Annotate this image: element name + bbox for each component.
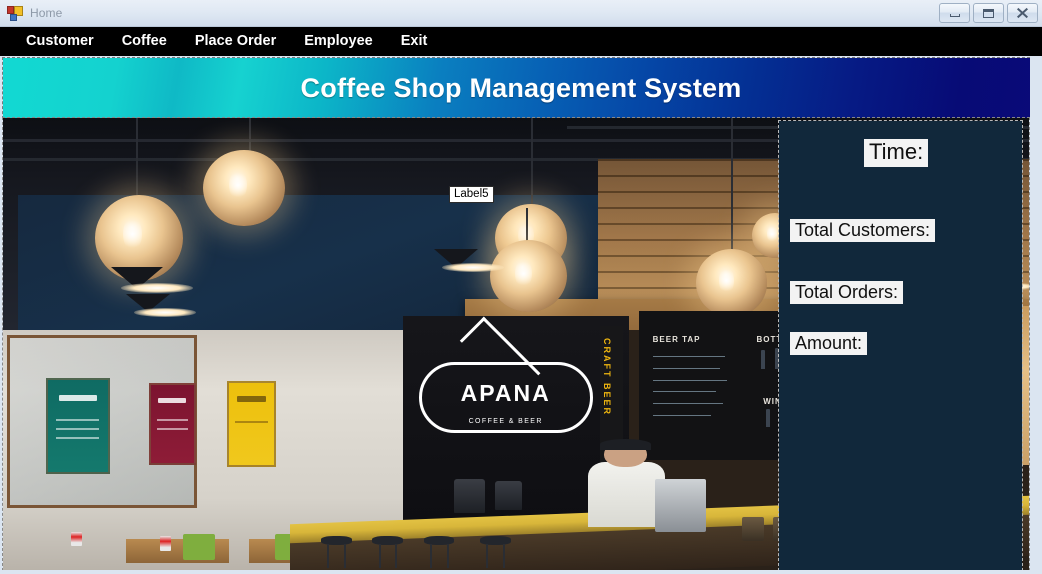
pendant-globe xyxy=(203,149,286,227)
window-titlebar: Home xyxy=(0,0,1042,27)
pendant-globe xyxy=(695,249,768,317)
cafe-chair xyxy=(182,534,216,561)
apana-sub-text: COFFEE & BEER xyxy=(468,418,543,426)
window-controls xyxy=(939,3,1038,23)
espresso-machine xyxy=(654,478,706,532)
menu-item-exit[interactable]: Exit xyxy=(387,29,442,54)
shaker-jar xyxy=(741,517,765,542)
maximize-button[interactable] xyxy=(973,3,1004,23)
cone-pendant-glow xyxy=(442,262,504,272)
wall-banner-teal xyxy=(46,378,110,475)
pendant-cord xyxy=(531,118,534,218)
menu-item-coffee[interactable]: Coffee xyxy=(108,29,181,54)
wall-banner-maroon xyxy=(148,383,196,465)
apana-brand-text: APANA xyxy=(460,380,551,407)
app-title: Coffee Shop Management System xyxy=(300,72,742,103)
coffee-grinder xyxy=(495,481,523,511)
form-right-edge xyxy=(1030,56,1042,574)
stats-panel: Time: Total Customers: Total Orders: Amo… xyxy=(778,120,1023,571)
cone-pendant-glow xyxy=(134,307,196,317)
bar-stool xyxy=(423,536,455,568)
form-home: Home Customer Coffee Place Order Employe… xyxy=(0,0,1042,574)
barista-cap xyxy=(600,439,652,451)
minimize-icon xyxy=(949,14,960,17)
window-title: Home xyxy=(30,6,63,20)
label-total-customers[interactable]: Total Customers: xyxy=(790,219,936,243)
wall-banner-yellow xyxy=(226,380,276,467)
label-time[interactable]: Time: xyxy=(864,139,929,167)
menu-item-place-order[interactable]: Place Order xyxy=(181,29,290,54)
menu-item-employee[interactable]: Employee xyxy=(290,29,387,54)
label5[interactable]: Label5 xyxy=(449,186,494,203)
apana-sign: APANA COFFEE & BEER xyxy=(418,316,593,441)
winforms-designer-icon xyxy=(7,5,23,21)
pendant-cord xyxy=(731,118,734,263)
bar-stool xyxy=(321,536,352,568)
header-banner: Coffee Shop Management System xyxy=(2,57,1040,119)
soda-can xyxy=(159,536,172,551)
minimize-button[interactable] xyxy=(939,3,970,23)
label-total-orders[interactable]: Total Orders: xyxy=(790,281,904,305)
maximize-icon xyxy=(983,8,994,18)
craft-beer-text: CRAFT BEER xyxy=(602,337,613,416)
coffee-grinder xyxy=(454,478,486,513)
close-button[interactable] xyxy=(1007,3,1038,23)
menu-item-customer[interactable]: Customer xyxy=(12,29,108,54)
cone-pendant-glow xyxy=(120,282,193,293)
soda-can xyxy=(70,531,82,547)
bar-stool xyxy=(480,536,511,568)
form-bottom-edge xyxy=(0,570,1042,574)
bar-stool xyxy=(372,536,404,568)
pendant-globe xyxy=(490,240,568,313)
label-amount[interactable]: Amount: xyxy=(790,332,868,356)
close-icon xyxy=(1017,8,1028,18)
barista xyxy=(587,462,665,527)
main-menu-strip: Customer Coffee Place Order Employee Exi… xyxy=(0,27,1042,56)
chalk-beer-tap: BEER TAP xyxy=(652,335,701,345)
